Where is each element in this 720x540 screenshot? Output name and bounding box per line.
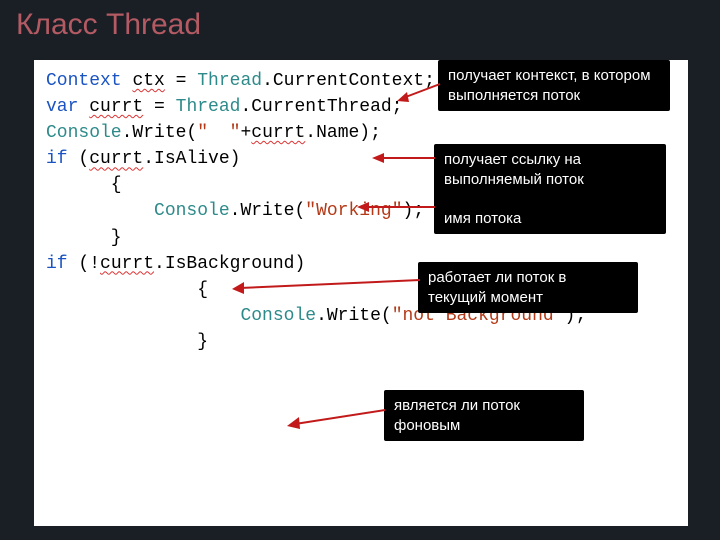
token: .Write( <box>316 306 392 326</box>
token <box>46 201 154 221</box>
token-class: Thread <box>176 97 241 117</box>
token-type: Context <box>46 71 122 91</box>
token <box>78 97 89 117</box>
token: + <box>240 123 251 143</box>
token: .Write( <box>122 123 198 143</box>
token-class: Console <box>154 201 230 221</box>
token-class: Console <box>240 306 316 326</box>
token: ); <box>403 201 425 221</box>
token: .Write( <box>230 201 306 221</box>
token: .CurrentThread; <box>240 97 402 117</box>
token-keyword: var <box>46 97 78 117</box>
token: .CurrentContext; <box>262 71 435 91</box>
token: .IsAlive) <box>143 149 240 169</box>
token-keyword: if <box>46 149 68 169</box>
callout-isalive: работает ли поток в текущий момент <box>418 262 638 313</box>
token: .IsBackground) <box>154 254 305 274</box>
token: = <box>143 97 175 117</box>
token <box>122 71 133 91</box>
token-keyword: if <box>46 254 68 274</box>
token-class: Console <box>46 123 122 143</box>
token: (! <box>68 254 100 274</box>
slide-title: Класс Thread <box>0 0 720 46</box>
token: .Name); <box>305 123 381 143</box>
token-string: " " <box>197 123 240 143</box>
token: = <box>165 71 197 91</box>
token <box>46 306 240 326</box>
callout-isbackground: является ли поток фоновым <box>384 390 584 441</box>
code-line: Console.Write(" "+currt.Name); <box>46 120 676 146</box>
token-id: ctx <box>132 71 164 91</box>
token-id: currt <box>251 123 305 143</box>
token-string: "Working" <box>305 201 402 221</box>
callout-currentthread: получает ссылку на выполняемый поток имя… <box>434 144 666 234</box>
token: ( <box>68 149 90 169</box>
token-id: currt <box>89 97 143 117</box>
callout-context: получает контекст, в котором выполняется… <box>438 60 670 111</box>
token-id: currt <box>100 254 154 274</box>
token-id: currt <box>89 149 143 169</box>
code-line: } <box>46 329 676 355</box>
token-class: Thread <box>197 71 262 91</box>
